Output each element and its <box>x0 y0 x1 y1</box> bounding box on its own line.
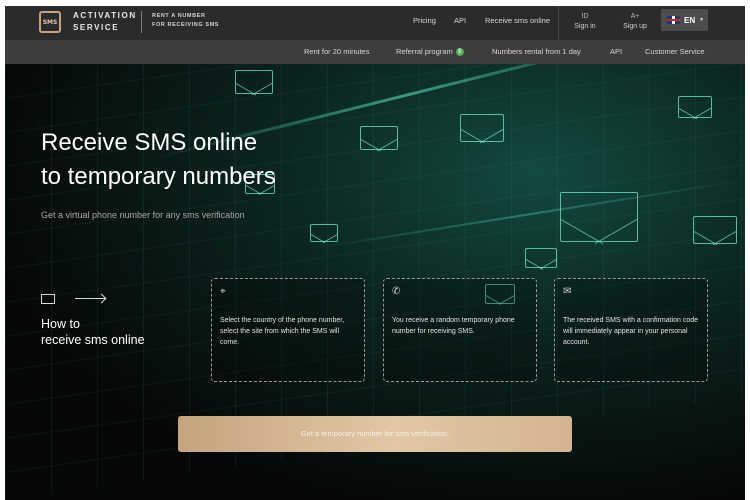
header-separator <box>558 6 559 40</box>
brand-name[interactable]: ACTIVATION SERVICE <box>73 10 137 34</box>
step-card: ✆ You receive a random temporary phone n… <box>383 278 537 382</box>
envelope-icon <box>693 216 737 244</box>
header-divider <box>141 11 142 33</box>
language-selector[interactable]: EN ▼ <box>661 9 708 31</box>
dollar-badge-icon: $ <box>455 48 464 57</box>
sign-in-label: Sign in <box>574 23 596 30</box>
phone-icon: ✆ <box>392 286 401 297</box>
language-code: EN <box>684 15 696 25</box>
step-text: You receive a random temporary phone num… <box>392 317 515 335</box>
step-card: ⌖ Select the country of the phone number… <box>211 278 365 382</box>
step-card: ✉ The received SMS with a confirmation c… <box>554 278 708 382</box>
top-header: SMS ACTIVATION SERVICE RENT A NUMBER FOR… <box>5 6 745 40</box>
arrow-right-icon <box>75 298 105 300</box>
envelope-icon <box>525 248 557 268</box>
user-plus-icon: A+ <box>630 13 640 20</box>
sign-up-label: Sign up <box>623 23 647 30</box>
message-icon: ✉ <box>563 286 572 297</box>
get-number-button[interactable]: Get a temporary number for sms verificat… <box>178 416 572 452</box>
envelope-icon <box>360 126 398 150</box>
step-text: Select the country of the phone number, … <box>220 317 345 346</box>
location-pin-icon: ⌖ <box>220 286 226 297</box>
tagline: RENT A NUMBER FOR RECEIVING SMS <box>152 13 220 28</box>
step-text: The received SMS with a confirmation cod… <box>563 317 699 346</box>
hero-subtitle: Get a virtual phone number for any sms v… <box>41 210 245 220</box>
envelope-icon <box>235 70 273 94</box>
envelope-icon <box>310 224 338 242</box>
hero-title: Receive SMS online to temporary numbers <box>41 129 276 190</box>
hero-section: Receive SMS online to temporary numbers … <box>5 64 745 500</box>
subnav-api[interactable]: API <box>610 47 622 56</box>
id-icon: ID <box>581 13 589 20</box>
page: SMS ACTIVATION SERVICE RENT A NUMBER FOR… <box>5 6 745 500</box>
nav-receive-sms-online[interactable]: Receive sms online <box>485 16 550 25</box>
logo-text: SMS <box>42 18 58 26</box>
secondary-nav: Rent for 20 minutes Referral program $ Nu… <box>5 40 745 64</box>
how-to-title: How to receive sms online <box>41 317 145 347</box>
envelope-icon <box>560 192 638 242</box>
subnav-rent-20-minutes[interactable]: Rent for 20 minutes <box>304 47 369 56</box>
sign-up-button[interactable]: A+ Sign up <box>615 12 655 32</box>
nav-pricing[interactable]: Pricing <box>413 16 436 25</box>
logo[interactable]: SMS <box>39 11 61 33</box>
subnav-customer-service[interactable]: Customer Service <box>645 47 705 56</box>
caret-down-icon: ▼ <box>699 17 705 23</box>
nav-api[interactable]: API <box>454 16 466 25</box>
subnav-referral-program[interactable]: Referral program $ <box>396 47 464 57</box>
subnav-numbers-rental[interactable]: Numbers rental from 1 day <box>492 47 581 56</box>
envelope-icon <box>678 96 712 118</box>
envelope-icon <box>41 294 55 304</box>
envelope-icon <box>460 114 504 142</box>
sign-in-button[interactable]: ID Sign in <box>565 12 605 32</box>
uk-flag-icon <box>667 16 680 24</box>
